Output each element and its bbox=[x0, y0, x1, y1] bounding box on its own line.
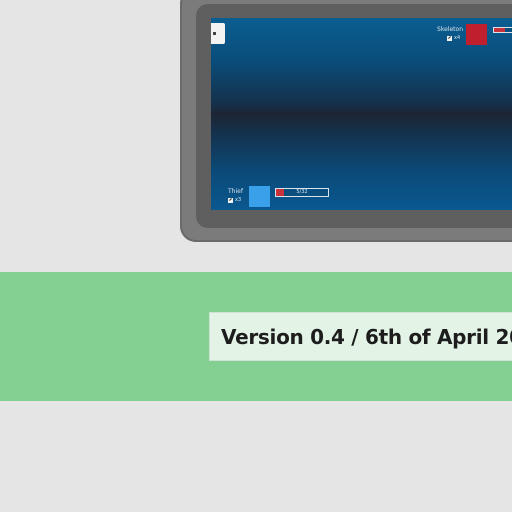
player-count: x3 bbox=[228, 197, 241, 203]
page: Skeleton x4 Thief x3 5/32 Version 0.4 / … bbox=[0, 0, 512, 512]
player-portrait[interactable] bbox=[249, 186, 270, 207]
dice-icon bbox=[447, 35, 452, 41]
player-name: Thief bbox=[228, 188, 243, 195]
enemy-count: x4 bbox=[447, 35, 460, 41]
player-health-bar: 5/32 bbox=[275, 188, 329, 197]
player-health-text: 5/32 bbox=[296, 189, 308, 195]
menu-icon[interactable] bbox=[211, 23, 225, 44]
enemy-health-fill bbox=[494, 28, 506, 32]
version-banner: Version 0.4 / 6th of April 20 bbox=[0, 272, 512, 401]
enemy-portrait[interactable] bbox=[466, 24, 487, 45]
enemy-name: Skeleton bbox=[437, 26, 463, 33]
version-box: Version 0.4 / 6th of April 20 bbox=[209, 312, 512, 361]
dice-icon bbox=[228, 197, 233, 203]
menu-icon-dot bbox=[213, 32, 216, 35]
version-text: Version 0.4 / 6th of April 20 bbox=[221, 325, 512, 349]
enemy-health-bar bbox=[493, 27, 512, 33]
enemy-count-label: x4 bbox=[454, 35, 461, 41]
game-screen[interactable]: Skeleton x4 Thief x3 5/32 bbox=[211, 18, 512, 210]
player-count-label: x3 bbox=[235, 197, 242, 203]
